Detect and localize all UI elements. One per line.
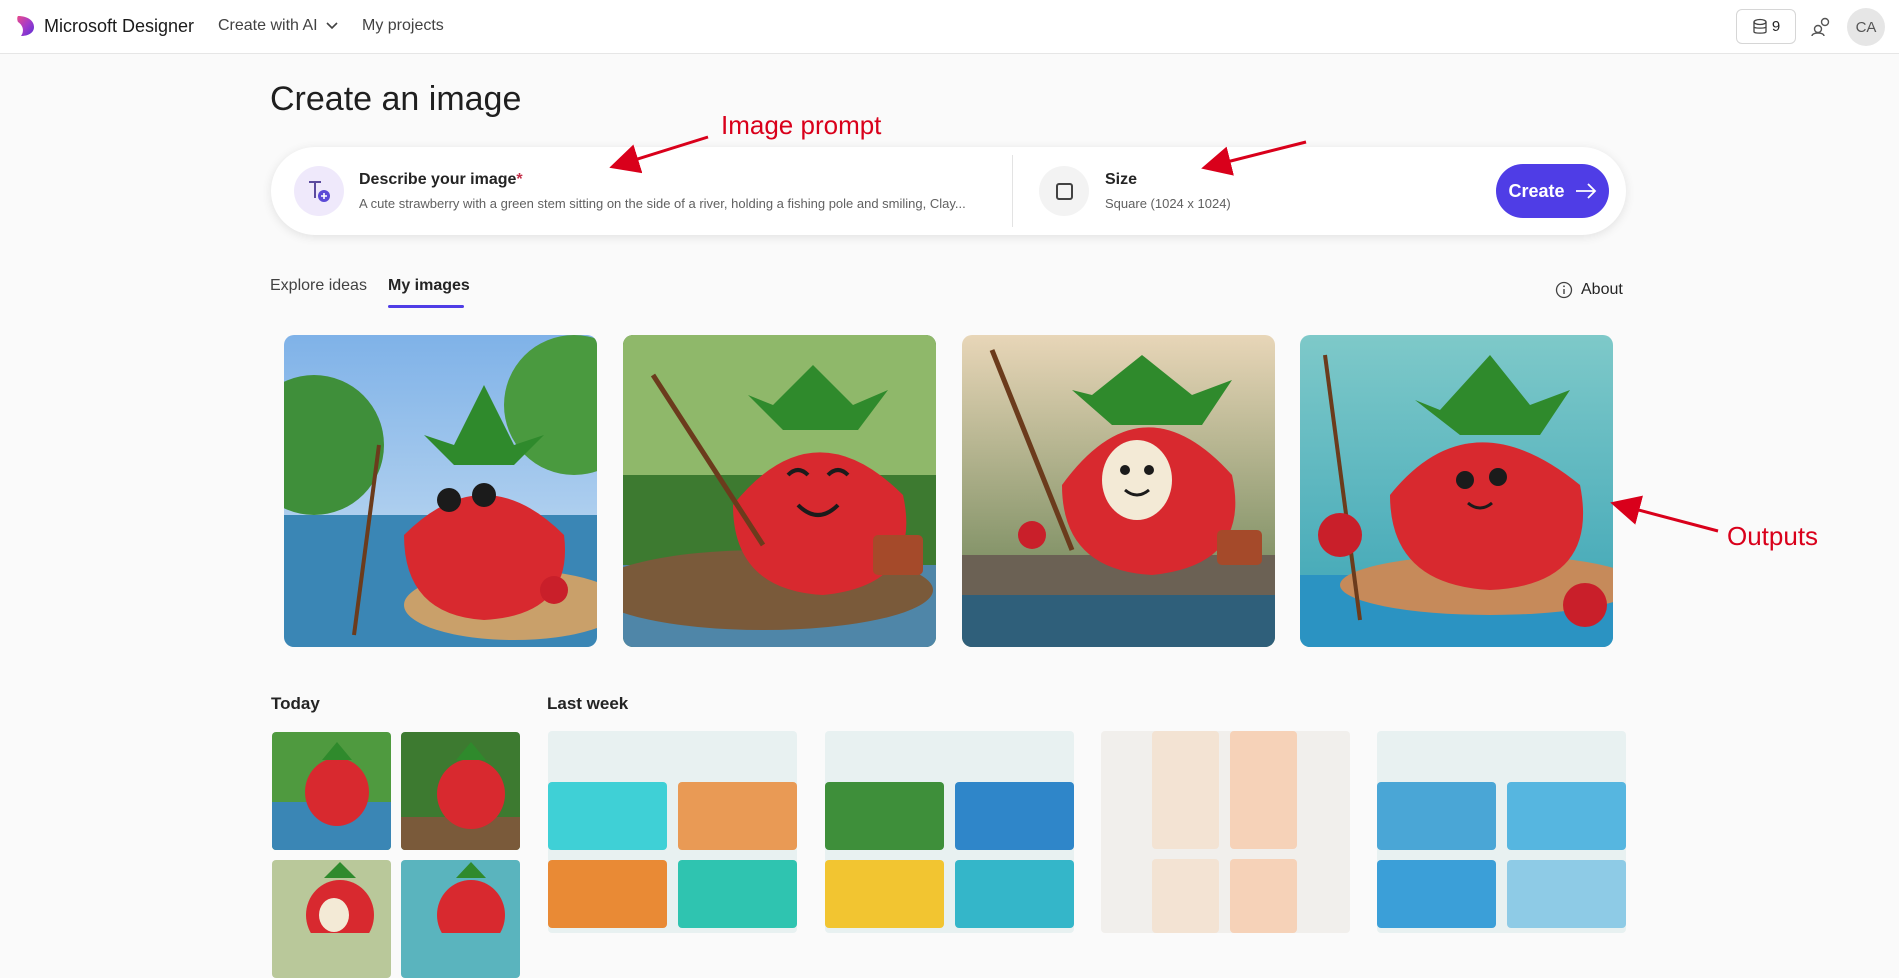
create-button-label: Create <box>1508 180 1565 201</box>
size-label: Size <box>1105 171 1138 188</box>
annotation-outputs: Outputs <box>1727 521 1819 551</box>
create-with-ai-menu[interactable]: Create with AI <box>218 17 338 35</box>
history-mini-thumb <box>955 860 1074 928</box>
history-group-health[interactable] <box>1101 731 1350 933</box>
history-group-growth[interactable] <box>548 731 797 933</box>
page-title: Create an image <box>270 80 522 118</box>
prompt-bar: Describe your image* A cute strawberry w… <box>271 147 1626 235</box>
output-image-1[interactable] <box>284 335 597 647</box>
history-mini-thumb <box>1152 731 1219 849</box>
strawberry-image-4 <box>1300 335 1613 647</box>
history-mini-thumb <box>1230 731 1297 849</box>
chevron-down-icon <box>326 22 338 30</box>
avatar[interactable]: CA <box>1847 8 1885 46</box>
designer-logo-icon <box>17 16 34 36</box>
prompt-label: Describe your image* <box>359 171 523 188</box>
top-bar: Microsoft Designer Create with AI My pro… <box>0 0 1899 54</box>
history-mini-thumb <box>1230 859 1297 933</box>
history-mini-thumb <box>1152 859 1219 933</box>
prompt-divider <box>1012 155 1013 227</box>
my-projects-link[interactable]: My projects <box>362 17 444 35</box>
size-selector[interactable]: Square (1024 x 1024) <box>1105 196 1231 211</box>
history-last-week-label: Last week <box>547 694 629 713</box>
strawberry-image-1 <box>284 335 597 647</box>
history-mini-thumb <box>1377 860 1496 928</box>
history-today-label: Today <box>271 694 320 713</box>
credits-button[interactable]: 9 <box>1736 9 1796 44</box>
tab-explore-ideas[interactable]: Explore ideas <box>270 277 367 295</box>
info-icon <box>1555 281 1573 299</box>
history-mini-thumb <box>548 782 667 850</box>
history-mini-thumb <box>1507 860 1626 928</box>
history-mini-thumb <box>825 860 944 928</box>
create-with-ai-label: Create with AI <box>218 17 318 34</box>
history-mini-thumb <box>825 782 944 850</box>
text-to-image-icon <box>294 166 344 216</box>
arrow-right-icon <box>1575 183 1596 199</box>
history-mini-thumb <box>678 860 797 928</box>
history-mini-thumb <box>1507 782 1626 850</box>
output-image-2[interactable] <box>623 335 936 647</box>
history-thumb[interactable] <box>272 732 391 850</box>
output-image-3[interactable] <box>962 335 1275 647</box>
output-image-4[interactable] <box>1300 335 1613 647</box>
strawberry-image-2 <box>623 335 936 647</box>
history-thumb[interactable] <box>272 860 391 978</box>
brand[interactable]: Microsoft Designer <box>14 14 194 38</box>
about-button[interactable]: About <box>1555 281 1623 299</box>
active-tab-indicator <box>388 305 464 308</box>
required-mark: * <box>516 171 523 188</box>
app-name: Microsoft Designer <box>44 15 195 36</box>
tab-my-images[interactable]: My images <box>388 277 470 295</box>
create-button[interactable]: Create <box>1496 164 1609 218</box>
annotation-image-prompt: Image prompt <box>721 110 882 140</box>
history-mini-thumb <box>955 782 1074 850</box>
share-people-icon[interactable] <box>1810 15 1832 37</box>
history-group-hacks[interactable] <box>1377 731 1626 933</box>
history-thumb[interactable] <box>401 732 520 850</box>
history-mini-thumb <box>548 860 667 928</box>
about-label: About <box>1581 281 1623 298</box>
square-size-icon[interactable] <box>1039 166 1089 216</box>
history-mini-thumb <box>678 782 797 850</box>
history-thumb[interactable] <box>401 860 520 978</box>
prompt-input[interactable]: A cute strawberry with a green stem sitt… <box>359 196 979 211</box>
history-mini-thumb <box>1377 782 1496 850</box>
credits-count: 9 <box>1771 18 1781 35</box>
strawberry-image-3 <box>962 335 1275 647</box>
history-group-hype[interactable] <box>825 731 1074 933</box>
credits-coins-icon <box>1753 18 1767 34</box>
